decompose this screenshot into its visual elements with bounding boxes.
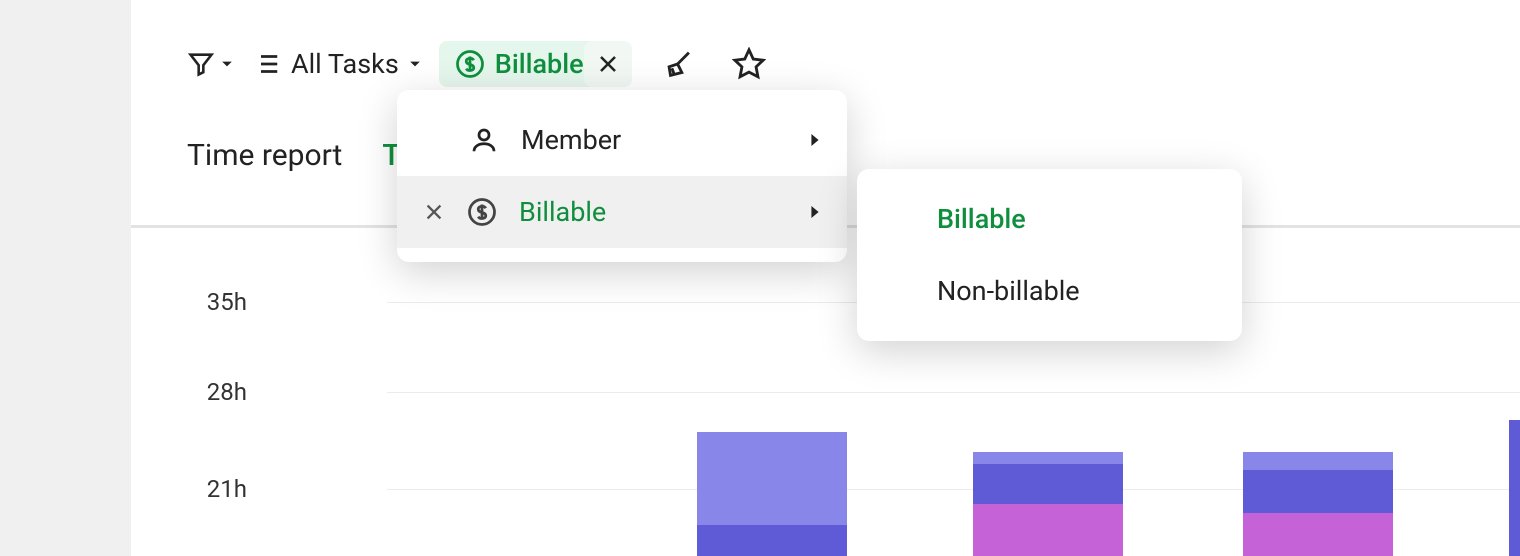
chart-bar[interactable]	[973, 452, 1123, 556]
all-tasks-label: All Tasks	[291, 48, 399, 80]
bar-segment	[697, 525, 847, 556]
y-axis-tick: 28h	[187, 378, 247, 406]
chevron-right-icon	[809, 204, 821, 220]
chart-bar[interactable]	[697, 432, 847, 556]
gridline	[387, 392, 1520, 393]
tab-time-report[interactable]: Time report	[187, 138, 342, 173]
bar-segment	[1243, 470, 1393, 513]
tab-label: Time report	[187, 138, 342, 173]
bar-segment	[1243, 452, 1393, 470]
billable-submenu: Billable Non-billable	[857, 169, 1242, 341]
list-icon	[251, 49, 281, 79]
bar-segment	[973, 452, 1123, 464]
filter-button[interactable]	[187, 50, 233, 78]
menu-item-billable[interactable]: Billable	[397, 176, 847, 248]
close-icon[interactable]	[423, 201, 445, 223]
broom-icon	[662, 47, 696, 81]
funnel-icon	[187, 50, 215, 78]
all-tasks-dropdown[interactable]: All Tasks	[251, 48, 421, 80]
y-axis-tick: 35h	[187, 288, 247, 316]
submenu-item-non-billable[interactable]: Non-billable	[857, 255, 1242, 327]
caret-down-icon	[221, 58, 233, 70]
chart-bar[interactable]	[1243, 452, 1393, 556]
remove-billable-filter[interactable]	[584, 41, 632, 87]
favorite-button[interactable]	[730, 45, 768, 83]
dollar-circle-icon	[455, 49, 485, 79]
chevron-right-icon	[809, 132, 821, 148]
bar-segment	[1243, 513, 1393, 556]
bar-segment	[697, 432, 847, 525]
toolbar: All Tasks Billable	[131, 0, 1520, 90]
y-axis-tick: 21h	[187, 475, 247, 503]
main-panel: All Tasks Billable	[131, 0, 1520, 556]
clear-filters-button[interactable]	[660, 45, 698, 83]
caret-down-icon	[409, 58, 421, 70]
billable-chip-label: Billable	[495, 48, 584, 80]
submenu-label: Non-billable	[937, 275, 1080, 307]
menu-item-label: Billable	[519, 196, 606, 228]
person-icon	[469, 125, 499, 155]
chart-bar[interactable]	[1509, 420, 1520, 556]
dollar-circle-icon	[467, 197, 497, 227]
menu-item-member[interactable]: Member	[397, 104, 847, 176]
submenu-label: Billable	[937, 203, 1026, 235]
submenu-item-billable[interactable]: Billable	[857, 183, 1242, 255]
billable-filter-chip[interactable]: Billable	[439, 41, 600, 87]
bar-segment	[973, 504, 1123, 556]
chart: 35h 28h 21h	[187, 260, 1520, 556]
filter-dropdown-menu: Member Billable	[397, 90, 847, 262]
bar-segment	[973, 464, 1123, 504]
bar-segment	[1509, 420, 1520, 556]
menu-item-label: Member	[521, 124, 621, 156]
close-icon	[596, 52, 620, 76]
star-icon	[732, 47, 766, 81]
